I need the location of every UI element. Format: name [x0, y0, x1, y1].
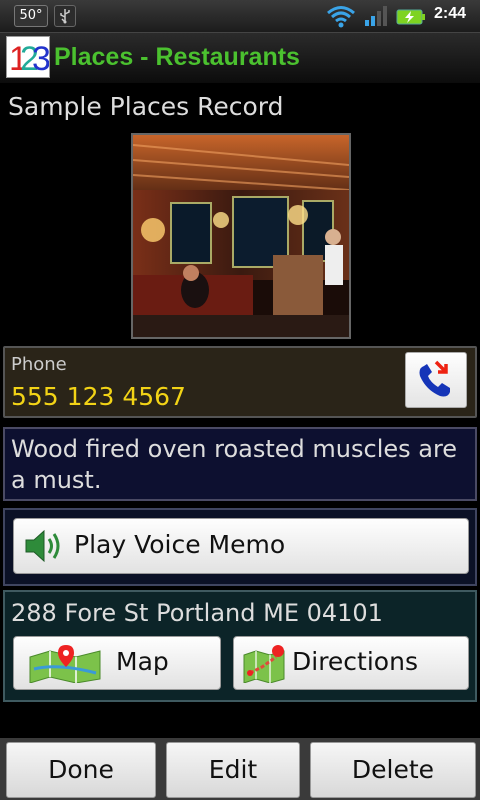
- directions-label: Directions: [292, 647, 418, 676]
- page-title: Places - Restaurants: [54, 43, 300, 71]
- title-bar: 1 2 3 Places - Restaurants: [0, 33, 480, 83]
- play-voice-memo-button[interactable]: Play Voice Memo: [13, 518, 469, 574]
- address-text: 288 Fore St Portland ME 04101: [11, 599, 383, 627]
- speaker-icon: [25, 529, 60, 563]
- app-logo-icon: 1 2 3: [6, 36, 50, 78]
- battery-charging-icon: [396, 9, 426, 29]
- map-button[interactable]: Map: [13, 636, 221, 690]
- wifi-icon: [326, 4, 356, 32]
- voice-memo-panel: Play Voice Memo: [3, 508, 477, 586]
- map-icon: [29, 645, 101, 683]
- address-panel: 288 Fore St Portland ME 04101 Map Direct…: [3, 590, 477, 702]
- status-bar: 50° 2:44: [0, 0, 480, 33]
- svg-text:3: 3: [32, 40, 49, 77]
- edit-button[interactable]: Edit: [166, 742, 300, 798]
- usb-icon: [54, 5, 76, 27]
- restaurant-photo[interactable]: [131, 133, 351, 339]
- call-button[interactable]: [405, 352, 467, 408]
- map-label: Map: [116, 647, 169, 676]
- signal-icon: [364, 5, 388, 31]
- directions-button[interactable]: Directions: [233, 636, 469, 690]
- note-panel: Wood fired oven roasted muscles are a mu…: [3, 427, 477, 501]
- directions-icon: [243, 645, 285, 683]
- clock: 2:44: [434, 5, 467, 22]
- phone-panel: Phone 555 123 4567: [3, 346, 477, 418]
- phone-number[interactable]: 555 123 4567: [11, 382, 186, 411]
- bottom-action-bar: Done Edit Delete: [0, 738, 480, 800]
- done-button[interactable]: Done: [6, 742, 156, 798]
- delete-button[interactable]: Delete: [310, 742, 476, 798]
- temperature-indicator: 50°: [14, 5, 48, 27]
- phone-label: Phone: [11, 354, 67, 375]
- record-name: Sample Places Record: [8, 92, 284, 121]
- phone-call-icon: [419, 360, 450, 397]
- note-text: Wood fired oven roasted muscles are a mu…: [11, 435, 458, 494]
- voice-memo-label: Play Voice Memo: [74, 530, 286, 559]
